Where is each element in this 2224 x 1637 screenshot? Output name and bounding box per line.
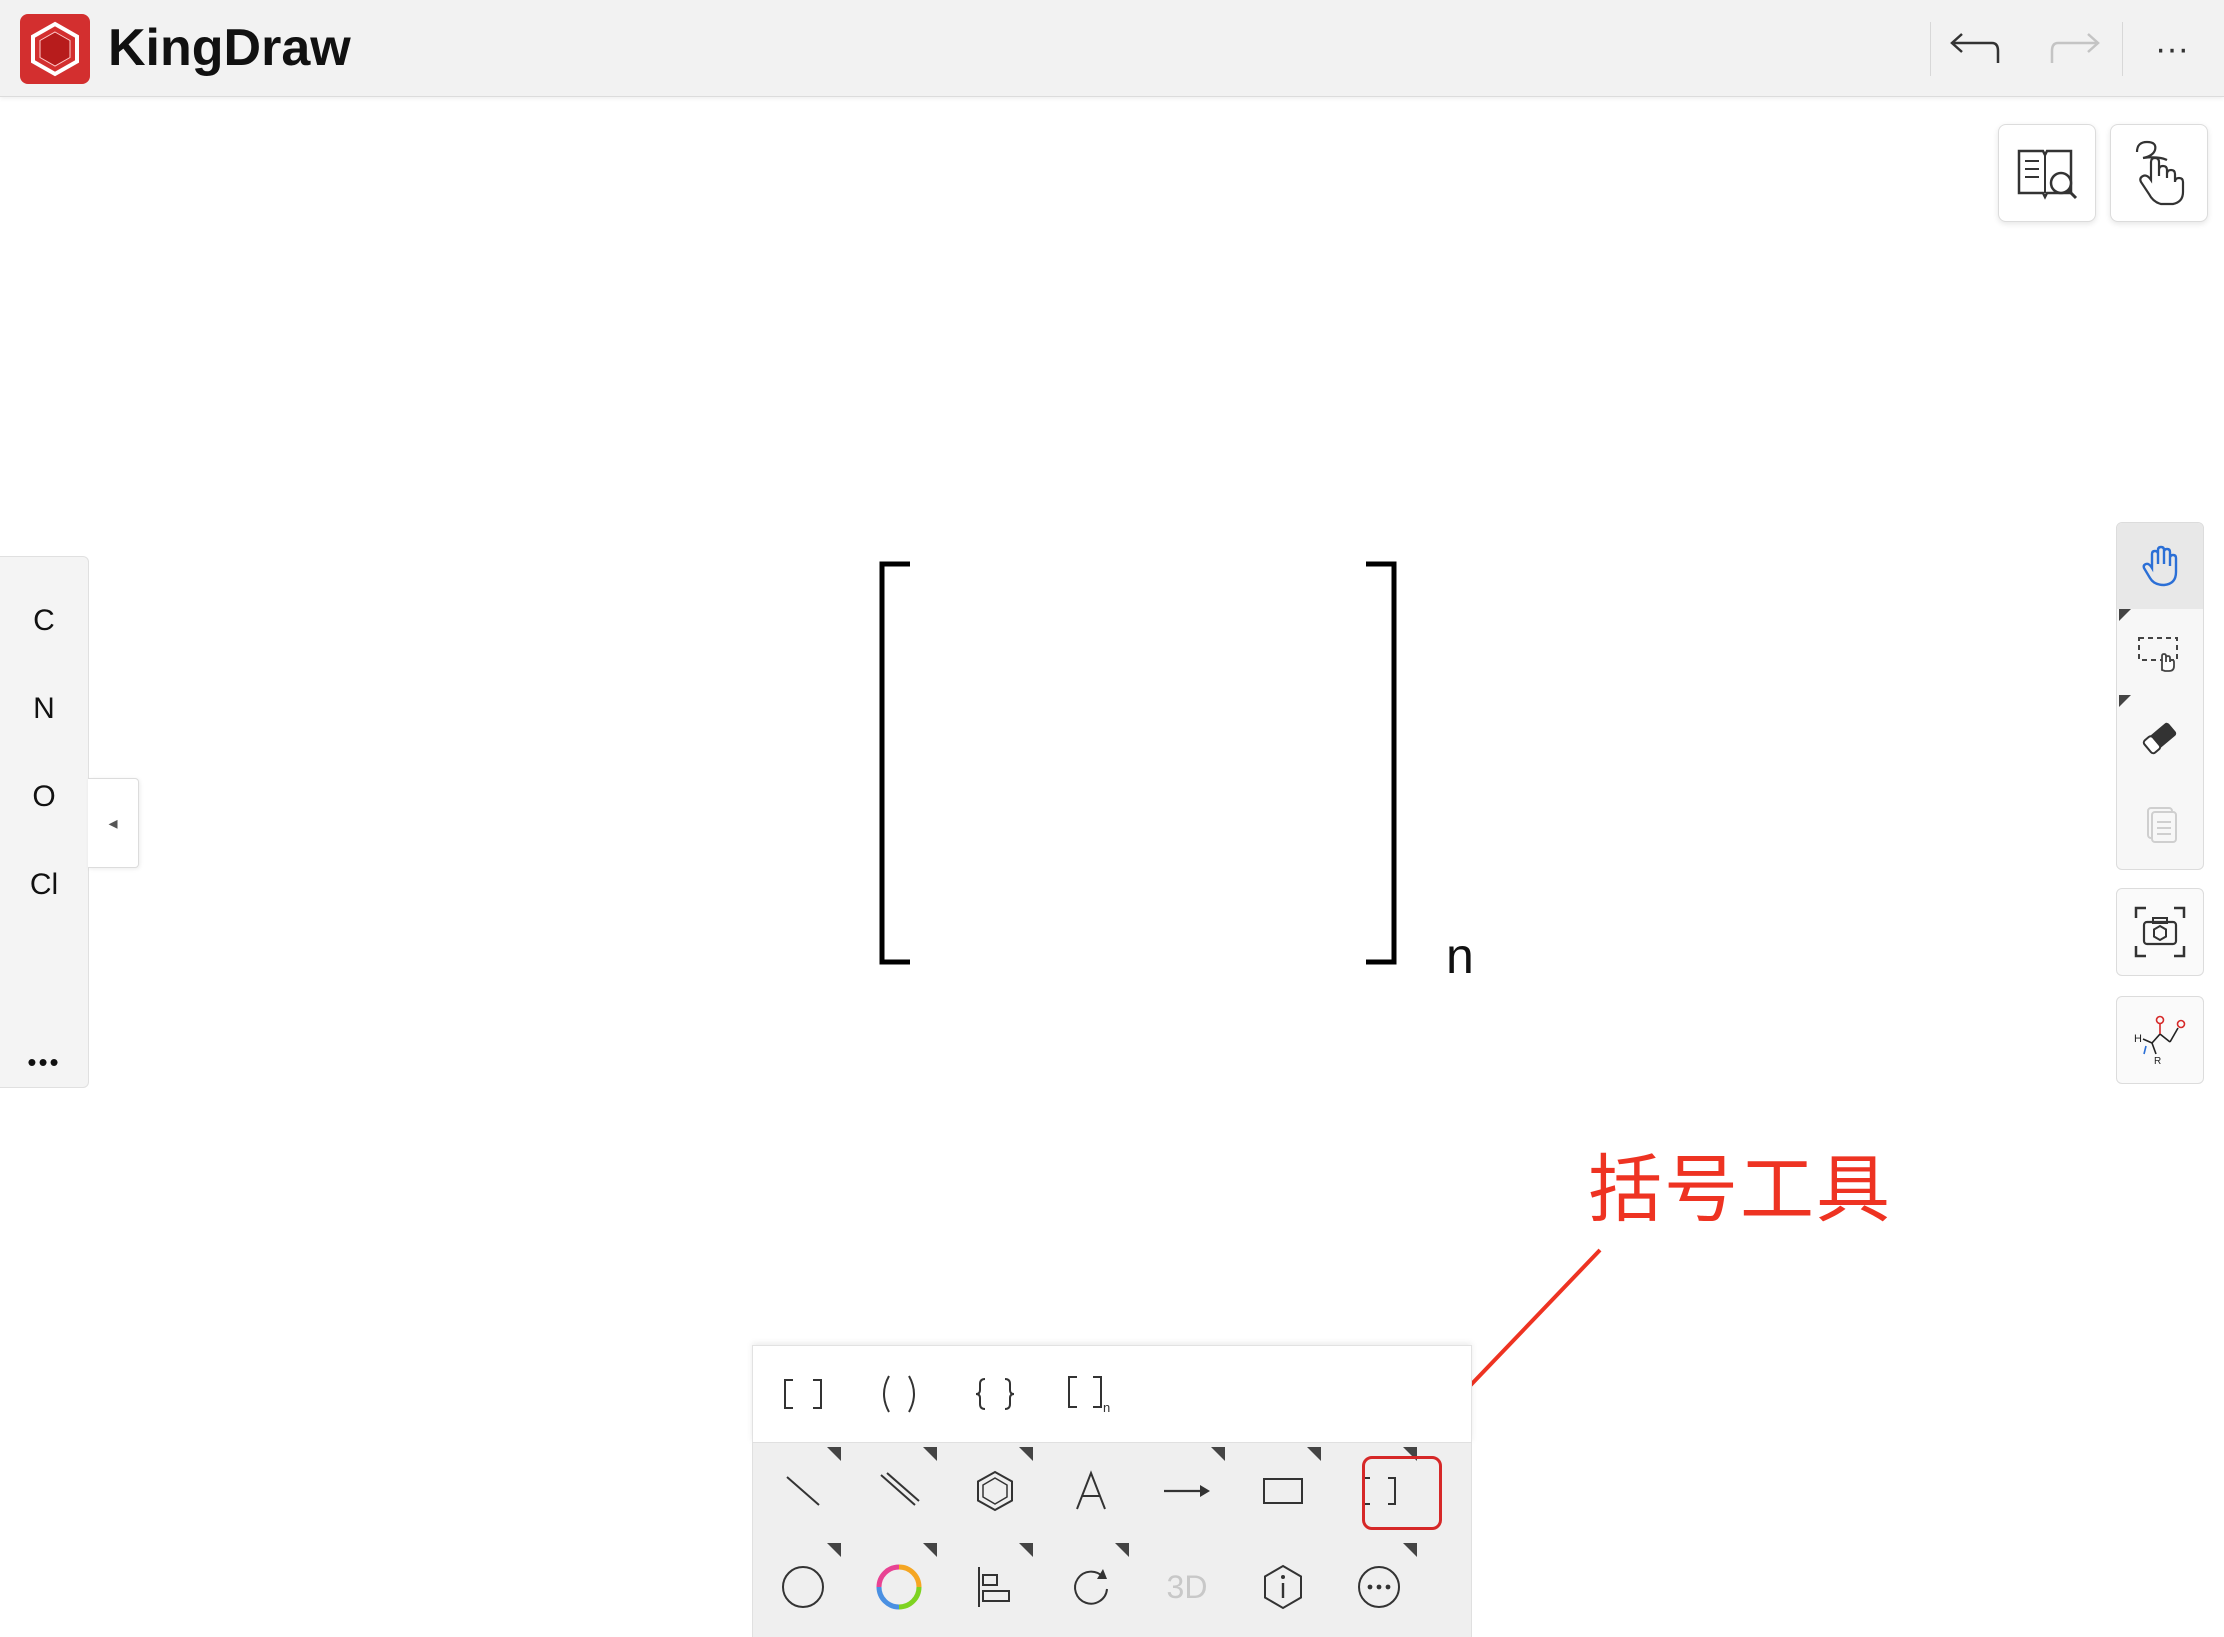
svg-text:n: n: [1103, 1400, 1110, 1414]
hand-draw-gesture-icon: [2135, 140, 2185, 206]
pan-tool-button[interactable]: [2117, 523, 2203, 609]
align-left-icon: [978, 1567, 1010, 1607]
svg-text:H: H: [2134, 1033, 2142, 1045]
eraser-button[interactable]: [2117, 695, 2203, 781]
rotate-tool[interactable]: [1043, 1539, 1139, 1635]
rectangle-icon: [1263, 1478, 1303, 1504]
double-bond-icon: [880, 1472, 920, 1506]
header-divider: [2122, 22, 2123, 76]
curly-brace-icon: [975, 1378, 1015, 1410]
undo-arrow-icon: [1950, 33, 2000, 63]
submenu-indicator: [1019, 1447, 1033, 1461]
submenu-indicator: [827, 1543, 841, 1557]
submenu-indicator: [1307, 1447, 1321, 1461]
info-tool[interactable]: [1235, 1539, 1331, 1635]
camera-scan-button[interactable]: [2116, 888, 2204, 976]
lasso-select-icon: [2138, 637, 2178, 672]
align-tool[interactable]: [947, 1539, 1043, 1635]
more-circle-icon: [1358, 1566, 1400, 1608]
parenthesis-icon: [883, 1375, 915, 1413]
drawn-bracket-pair[interactable]: [870, 556, 1410, 976]
element-chlorine[interactable]: Cl: [0, 845, 88, 925]
copy-pages-icon: [2147, 807, 2177, 843]
structure-search-button[interactable]: [1998, 124, 2096, 222]
element-oxygen[interactable]: O: [0, 757, 88, 837]
arrow-tool[interactable]: [1139, 1443, 1235, 1539]
more-menu-button[interactable]: ···: [2132, 18, 2212, 80]
kingdraw-logo-icon: [20, 14, 90, 84]
app-header: KingDraw ···: [0, 0, 2224, 97]
submenu-indicator: [1019, 1543, 1033, 1557]
right-toolbar: [2116, 522, 2204, 870]
rectangle-tool[interactable]: [1235, 1443, 1331, 1539]
camera-scan-icon: [2134, 906, 2186, 958]
parenthesis-option[interactable]: [851, 1346, 947, 1442]
rotate-icon: [1074, 1569, 1108, 1605]
lasso-select-button[interactable]: [2117, 609, 2203, 695]
reaction-template-button[interactable]: H R: [2116, 996, 2204, 1084]
header-divider: [1930, 22, 1931, 76]
circle-icon: [782, 1566, 824, 1608]
reaction-template-icon: H R: [2134, 1015, 2186, 1067]
bracket-with-n-option[interactable]: n: [1043, 1346, 1139, 1442]
svg-text:R: R: [2154, 1056, 2161, 1067]
submenu-indicator: [827, 1447, 841, 1461]
text-icon: [1076, 1470, 1106, 1510]
double-bond-tool[interactable]: [851, 1443, 947, 1539]
benzene-ring-icon: [977, 1470, 1013, 1512]
element-carbon[interactable]: C: [0, 581, 88, 661]
redo-button[interactable]: [2038, 18, 2118, 80]
text-tool[interactable]: [1043, 1443, 1139, 1539]
submenu-indicator: [923, 1543, 937, 1557]
annotation-label: 括号工具: [1588, 1147, 1892, 1233]
3d-view-button[interactable]: 3D: [1139, 1539, 1235, 1635]
benzene-ring-tool[interactable]: [947, 1443, 1043, 1539]
bracket-with-n-icon: n: [1068, 1376, 1110, 1414]
submenu-indicator: [1211, 1447, 1225, 1461]
bracket-tool-highlight: [1362, 1456, 1442, 1530]
element-panel: C N O Cl •••: [0, 556, 89, 1088]
undo-button[interactable]: [1932, 18, 2012, 80]
submenu-indicator: [923, 1447, 937, 1461]
square-bracket-option[interactable]: [755, 1346, 851, 1442]
single-bond-tool[interactable]: [755, 1443, 851, 1539]
more-tools-button[interactable]: [1331, 1539, 1427, 1635]
copy-button[interactable]: [2117, 781, 2203, 867]
circle-tool[interactable]: [755, 1539, 851, 1635]
handwriting-recognition-button[interactable]: [2110, 124, 2208, 222]
element-nitrogen[interactable]: N: [0, 669, 88, 749]
color-tool[interactable]: [851, 1539, 947, 1635]
color-wheel-icon: [876, 1564, 922, 1610]
hand-pan-icon: [2142, 545, 2178, 587]
redo-arrow-icon: [2050, 33, 2100, 63]
curly-brace-option[interactable]: [947, 1346, 1043, 1442]
bracket-submenu: n: [752, 1345, 1472, 1443]
square-bracket-icon: [784, 1379, 822, 1409]
collapse-panel-button[interactable]: ◂: [88, 778, 139, 868]
eraser-icon: [2142, 722, 2177, 755]
left-square-bracket[interactable]: [879, 561, 910, 965]
single-bond-icon: [786, 1476, 820, 1506]
right-square-bracket[interactable]: [1366, 561, 1397, 965]
app-title: KingDraw: [108, 19, 351, 77]
info-hexagon-icon: [1264, 1564, 1302, 1610]
arrow-icon: [1164, 1485, 1210, 1497]
book-search-icon: [2017, 149, 2078, 200]
submenu-indicator: [1403, 1543, 1417, 1557]
more-elements-button[interactable]: •••: [0, 1037, 88, 1087]
bracket-subscript-n[interactable]: n: [1446, 926, 1474, 986]
submenu-indicator: [1115, 1543, 1129, 1557]
